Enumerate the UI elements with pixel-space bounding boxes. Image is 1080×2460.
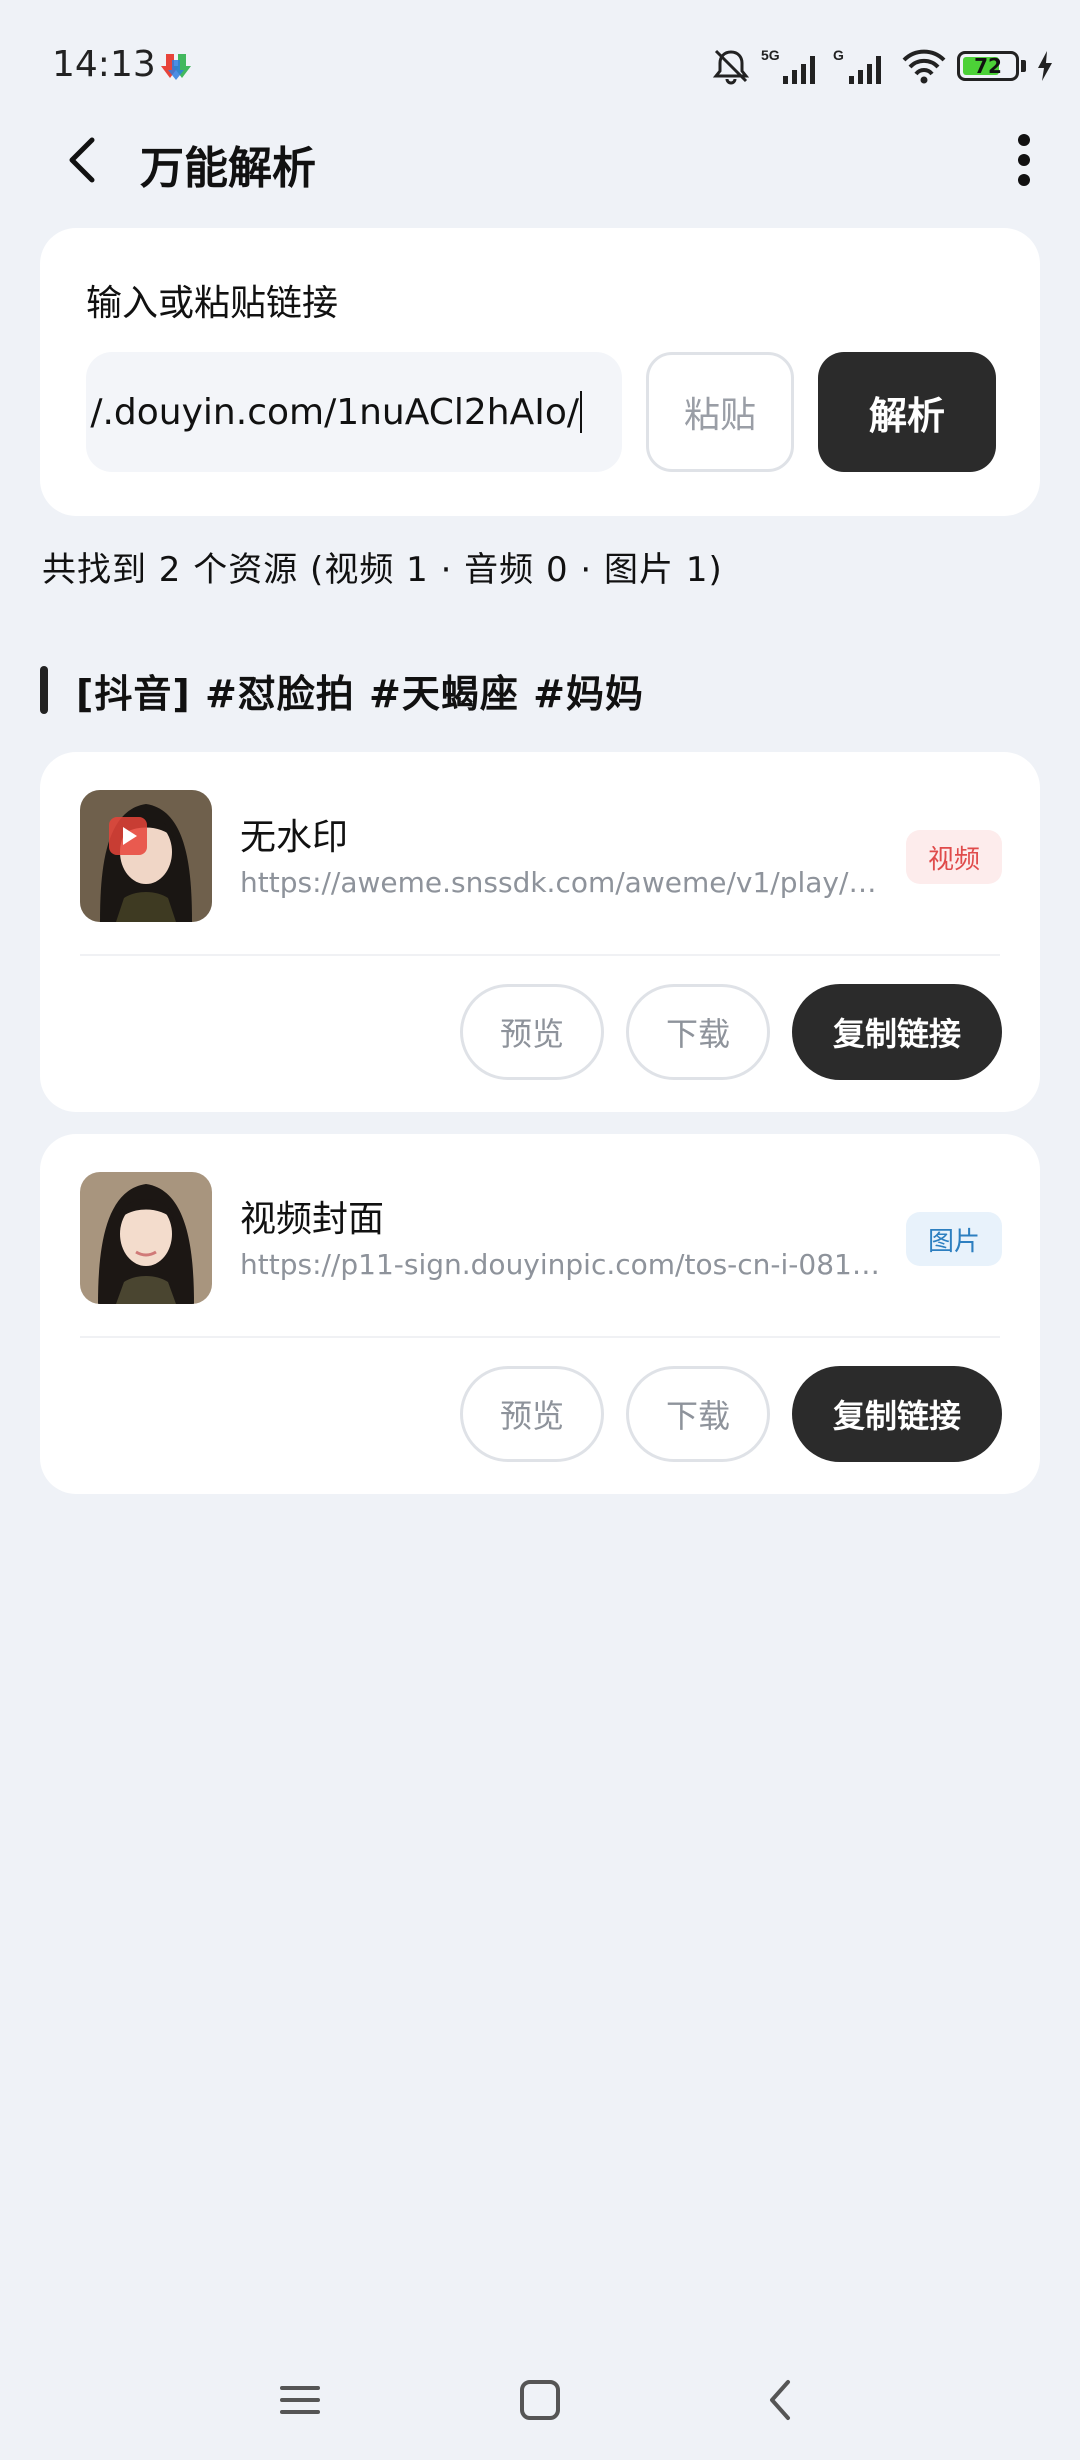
resource-card: 视频封面 https://p11-sign.douyinpic.com/tos-…: [40, 1134, 1040, 1494]
paste-button[interactable]: 粘贴: [646, 352, 794, 472]
text-caret: [580, 391, 582, 433]
link-input-card: 输入或粘贴链接 /.douyin.com/1nuACl2hAIo/ 粘贴 解析: [40, 228, 1040, 516]
nav-back-icon[interactable]: [740, 2360, 820, 2440]
results-summary: 共找到 2 个资源 (视频 1 · 音频 0 · 图片 1): [42, 550, 723, 590]
resource-name: 无水印: [240, 817, 349, 858]
section-header: [抖音] #怼脸拍 #天蝎座 #妈妈: [40, 660, 644, 720]
signal-g-icon: G: [833, 47, 881, 84]
divider: [80, 1336, 1000, 1338]
resource-card: 无水印 https://aweme.snssdk.com/aweme/v1/pl…: [40, 752, 1040, 1112]
type-badge: 图片: [905, 1212, 1002, 1266]
resource-url: https://p11-sign.douyinpic.com/tos-cn-i-…: [240, 1248, 880, 1281]
thumbnail-image: [80, 1172, 212, 1304]
battery-level: 72: [974, 54, 1002, 78]
svg-text:G: G: [833, 47, 844, 63]
divider: [80, 954, 1000, 956]
status-time: 14:13: [52, 44, 156, 85]
video-thumbnail[interactable]: [80, 790, 212, 922]
svg-text:5G: 5G: [761, 47, 780, 63]
section-title: [抖音] #怼脸拍 #天蝎座 #妈妈: [76, 671, 644, 716]
back-arrow-icon: [69, 137, 95, 183]
download-button[interactable]: 下载: [626, 984, 770, 1080]
resource-url: https://aweme.snssdk.com/aweme/v1/play/?…: [240, 866, 880, 899]
status-icons: 5G G 72: [711, 44, 1054, 88]
copy-link-button[interactable]: 复制链接: [792, 984, 1002, 1080]
download-app-icon: [161, 54, 191, 80]
parse-button[interactable]: 解析: [818, 352, 996, 472]
signal-5g-icon: 5G: [761, 47, 815, 84]
cover-thumbnail[interactable]: [80, 1172, 212, 1304]
lightning-icon: [1038, 51, 1052, 81]
system-nav-bar: [0, 2360, 1080, 2440]
battery-indicator: 72: [957, 51, 1026, 81]
bell-off-icon: [712, 49, 750, 85]
home-square-icon[interactable]: [500, 2360, 580, 2440]
url-input[interactable]: /.douyin.com/1nuACl2hAIo/: [86, 352, 622, 472]
menu-icon[interactable]: [260, 2360, 340, 2440]
play-icon: [109, 817, 147, 855]
download-button[interactable]: 下载: [626, 1366, 770, 1462]
copy-link-button[interactable]: 复制链接: [792, 1366, 1002, 1462]
preview-button[interactable]: 预览: [460, 984, 604, 1080]
more-vertical-icon[interactable]: [1002, 120, 1046, 200]
preview-button[interactable]: 预览: [460, 1366, 604, 1462]
url-input-value: /.douyin.com/1nuACl2hAIo/: [90, 391, 579, 433]
resource-actions: 预览 下载 复制链接: [460, 984, 1002, 1080]
back-button[interactable]: [52, 120, 112, 200]
page-title: 万能解析: [140, 143, 316, 194]
resource-actions: 预览 下载 复制链接: [460, 1366, 1002, 1462]
wifi-icon: [902, 49, 946, 84]
resource-name: 视频封面: [240, 1199, 385, 1240]
section-accent-bar: [40, 666, 48, 714]
type-badge: 视频: [905, 830, 1002, 884]
thumbnail-image: [80, 790, 212, 922]
input-label: 输入或粘贴链接: [86, 283, 339, 324]
status-bar: 14:13 5G G 72: [0, 0, 1080, 130]
